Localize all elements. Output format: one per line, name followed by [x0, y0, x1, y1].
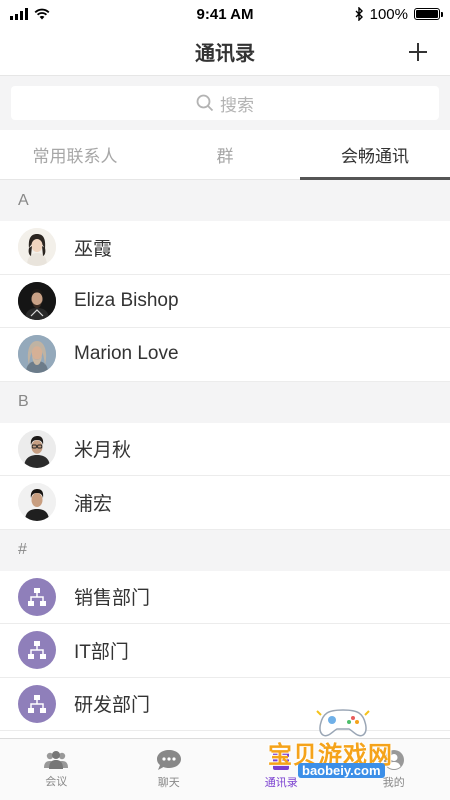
- contacts-icon: [273, 750, 290, 770]
- contact-name: Marion Love: [74, 343, 179, 365]
- wifi-icon: [34, 8, 50, 20]
- people-icon: [44, 751, 69, 769]
- contact-list: A 巫霞 Eliza Bishop Marion Love B 米月秋 浦宏 #…: [0, 180, 450, 731]
- search-input[interactable]: 搜索: [11, 86, 439, 120]
- avatar: [18, 483, 56, 522]
- contact-name: 巫霞: [74, 238, 113, 260]
- tabbar-label: 聊天: [157, 777, 180, 789]
- section-header-other: #: [0, 529, 450, 571]
- status-bar: 9:41 AM 100%: [0, 0, 450, 28]
- tabbar-label: 会议: [45, 776, 68, 788]
- list-item[interactable]: 销售部门: [0, 570, 450, 624]
- avatar: [18, 335, 56, 374]
- plus-icon: [409, 43, 427, 61]
- avatar: [18, 281, 56, 320]
- section-header-a: A: [0, 180, 450, 221]
- list-item[interactable]: 米月秋: [0, 422, 450, 476]
- tab-frequent-contacts[interactable]: 常用联系人: [0, 130, 150, 179]
- avatar: [18, 429, 56, 468]
- department-name: 销售部门: [74, 588, 151, 610]
- profile-icon: [383, 750, 404, 770]
- nav-header: 通讯录: [0, 28, 450, 76]
- tabbar-item-profile[interactable]: 我的: [338, 739, 450, 800]
- bottom-tab-bar: 会议 聊天 通讯录 我的: [0, 738, 450, 800]
- tabbar-item-meetings[interactable]: 会议: [0, 739, 113, 800]
- contact-name: Eliza Bishop: [74, 289, 179, 311]
- battery-percent: 100%: [369, 5, 408, 23]
- section-header-b: B: [0, 381, 450, 423]
- department-name: 研发部门: [74, 695, 151, 717]
- department-name: IT部门: [74, 641, 129, 663]
- battery-icon: [414, 8, 443, 20]
- status-right: 100%: [355, 5, 443, 23]
- list-item[interactable]: Marion Love: [0, 328, 450, 382]
- list-item[interactable]: IT部门: [0, 624, 450, 678]
- list-item[interactable]: 研发部门: [0, 677, 450, 731]
- search-placeholder: 搜索: [220, 95, 254, 115]
- list-item[interactable]: Eliza Bishop: [0, 274, 450, 328]
- search-area: 搜索: [0, 76, 450, 130]
- search-icon: [196, 94, 214, 112]
- tab-groups[interactable]: 群: [150, 130, 300, 179]
- org-chart-icon: [18, 684, 56, 723]
- list-item[interactable]: 巫霞: [0, 221, 450, 275]
- contact-tabs: 常用联系人 群 会畅通讯: [0, 130, 450, 180]
- signal-icon: [10, 8, 28, 20]
- tabbar-label: 通讯录: [264, 777, 298, 789]
- org-chart-icon: [18, 631, 56, 670]
- tabbar-item-contacts[interactable]: 通讯录: [225, 739, 338, 800]
- page-title: 通讯录: [195, 43, 255, 65]
- contact-name: 浦宏: [74, 493, 113, 515]
- contact-name: 米月秋: [74, 440, 132, 462]
- org-chart-icon: [18, 577, 56, 616]
- tabbar-item-chat[interactable]: 聊天: [113, 739, 226, 800]
- bluetooth-icon: [355, 7, 363, 21]
- avatar: [18, 228, 56, 267]
- chat-bubble-icon: [156, 750, 181, 770]
- status-left: [10, 8, 50, 20]
- list-item[interactable]: 浦宏: [0, 476, 450, 530]
- add-contact-button[interactable]: [402, 36, 434, 68]
- tabbar-label: 我的: [382, 777, 405, 789]
- tab-company-directory[interactable]: 会畅通讯: [300, 130, 450, 180]
